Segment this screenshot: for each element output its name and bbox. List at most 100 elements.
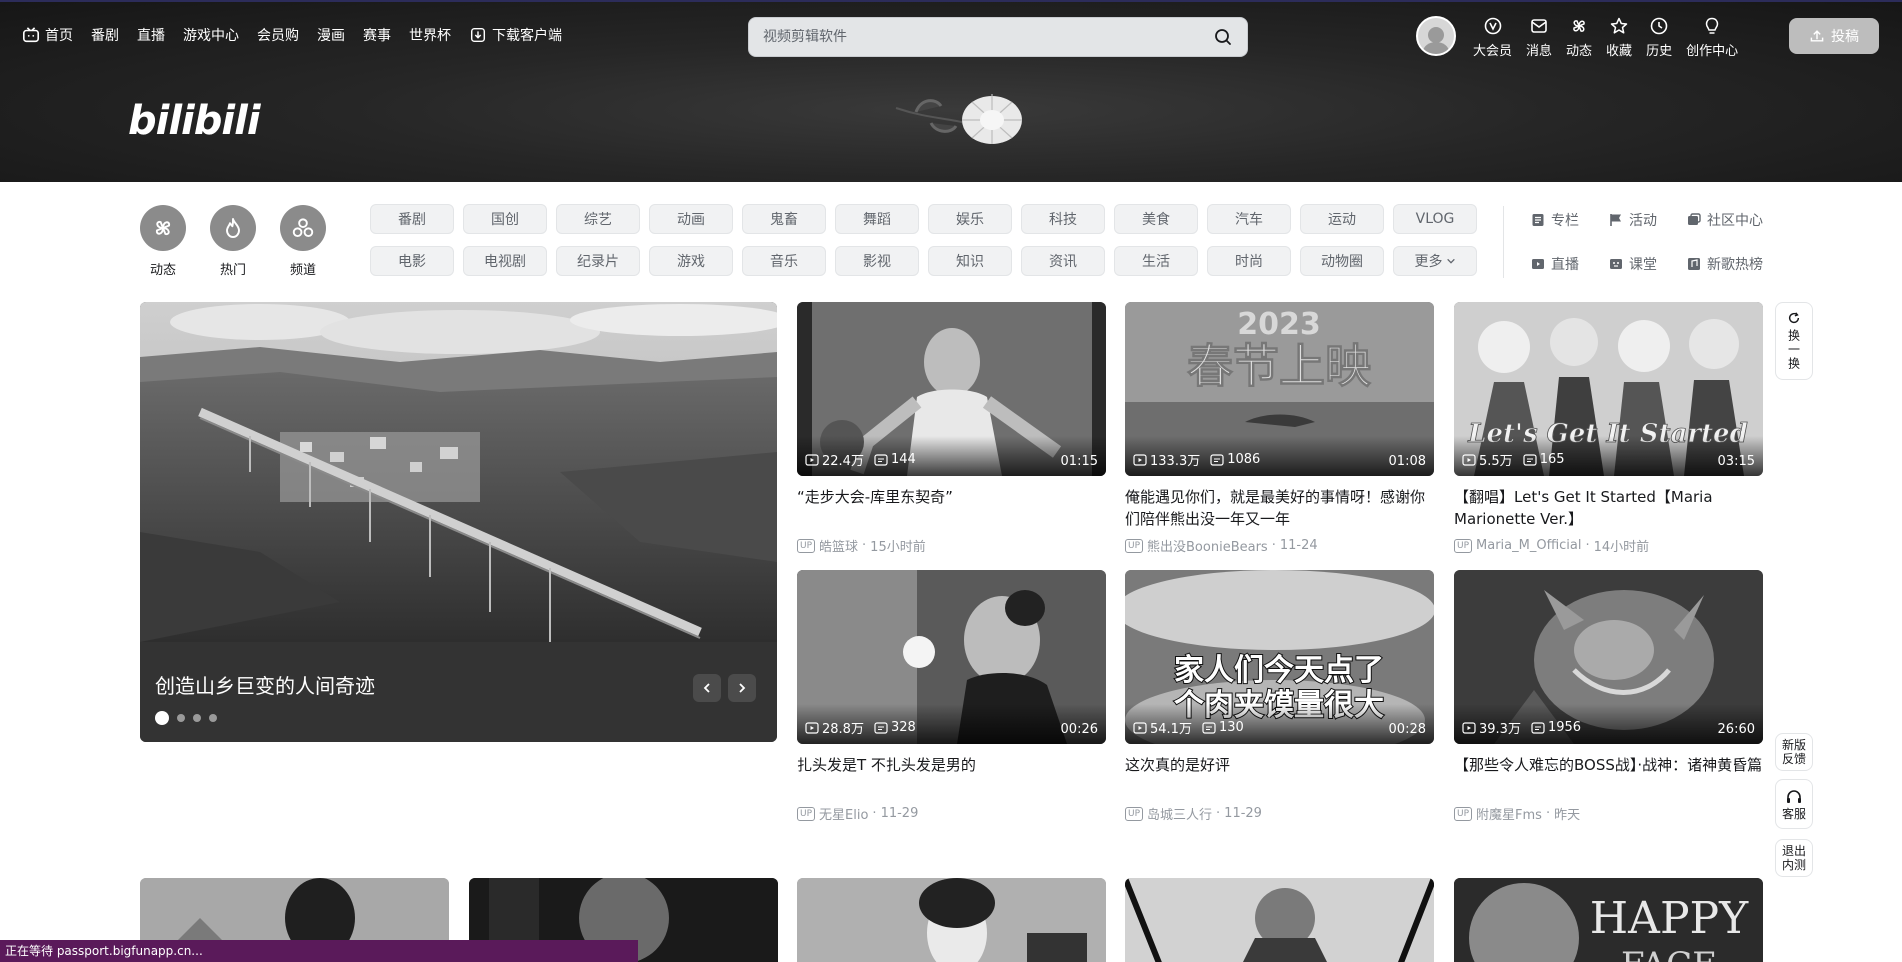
header-banner: 首页 番剧 直播 游戏中心 会员购 漫画 赛事 世界杯 下载客户端 大会员 消息… <box>0 0 1902 182</box>
tag-knowledge[interactable]: 知识 <box>928 246 1012 276</box>
tag-tech[interactable]: 科技 <box>1021 204 1105 234</box>
nav-home[interactable]: 首页 <box>22 25 73 45</box>
nav-live-label: 直播 <box>137 28 165 44</box>
nav-anime[interactable]: 番剧 <box>91 25 119 45</box>
carousel-prev-button[interactable] <box>693 674 721 702</box>
video-thumbnail[interactable]: 家人们今天点了 个肉夹馍量很大 54.1万 130 00:28 <box>1125 570 1434 744</box>
exit-beta-button[interactable]: 退出内测 <box>1775 839 1813 877</box>
tag-kichiku[interactable]: 鬼畜 <box>742 204 826 234</box>
video-meta[interactable]: UP 熊出没BoonieBears · 11-24 <box>1125 536 1434 555</box>
link-course[interactable]: 课堂 <box>1608 254 1686 274</box>
tag-variety[interactable]: 综艺 <box>556 204 640 234</box>
refresh-button[interactable]: 换一换 <box>1775 302 1813 380</box>
video-thumbnail[interactable]: 2023 春节上映 133.3万 1086 01:08 <box>1125 302 1434 476</box>
nav-mall[interactable]: 会员购 <box>257 25 299 45</box>
nav-game-center[interactable]: 游戏中心 <box>183 25 239 45</box>
link-column[interactable]: 专栏 <box>1530 210 1608 230</box>
search-input[interactable] <box>763 29 1213 45</box>
video-title[interactable]: 俺能遇见你们，就是最美好的事情呀！感谢你们陪伴熊出没一年又一年 <box>1125 486 1434 530</box>
video-thumbnail[interactable]: Let's Get It Started 5.5万 165 03:15 <box>1454 302 1763 476</box>
bilibili-logo[interactable]: bilibili <box>128 98 261 144</box>
nav-live[interactable]: 直播 <box>137 25 165 45</box>
link-activity[interactable]: 活动 <box>1608 210 1686 230</box>
video-meta[interactable]: UP 岛城三人行 · 11-29 <box>1125 804 1434 823</box>
video-card[interactable]: Let's Get It Started 5.5万 165 03:15 【翻唱】… <box>1454 302 1763 555</box>
nav-dynamic-label: 动态 <box>1566 44 1593 59</box>
tag-documentary[interactable]: 纪录片 <box>556 246 640 276</box>
tag-movie[interactable]: 电影 <box>370 246 454 276</box>
tag-life[interactable]: 生活 <box>1114 246 1198 276</box>
tag-entertainment[interactable]: 娱乐 <box>928 204 1012 234</box>
nav-world-cup[interactable]: 世界杯 <box>409 25 451 45</box>
customer-service-label: 客服 <box>1781 807 1806 821</box>
video-thumbnail[interactable]: HAPPY FACE <box>1454 878 1763 962</box>
tag-animals[interactable]: 动物圈 <box>1300 246 1384 276</box>
nav-manga[interactable]: 漫画 <box>317 25 345 45</box>
video-meta[interactable]: UP 无星Elio · 11-29 <box>797 804 1106 823</box>
tag-vlog[interactable]: VLOG <box>1393 204 1477 234</box>
video-duration: 00:28 <box>1388 722 1426 737</box>
tag-tv-series[interactable]: 电视剧 <box>463 246 547 276</box>
nav-match[interactable]: 赛事 <box>363 25 391 45</box>
link-new-songs[interactable]: 新歌热榜 <box>1686 254 1780 274</box>
carousel-next-button[interactable] <box>728 674 756 702</box>
video-thumbnail[interactable]: 22.4万 144 01:15 <box>797 302 1106 476</box>
video-card[interactable]: 39.3万 1956 26:60 【那些令人难忘的BOSS战】·战神：诸神黄昏篇… <box>1454 570 1763 823</box>
nav-messages[interactable]: 消息 <box>1526 16 1552 59</box>
tag-dance[interactable]: 舞蹈 <box>835 204 919 234</box>
carousel-dot[interactable] <box>193 714 201 722</box>
tag-game[interactable]: 游戏 <box>649 246 733 276</box>
customer-service-button[interactable]: 客服 <box>1775 779 1813 829</box>
channel-channels[interactable]: 频道 <box>279 205 327 278</box>
tag-film[interactable]: 影视 <box>835 246 919 276</box>
nav-vip[interactable]: 大会员 <box>1473 16 1512 59</box>
video-card[interactable]: 22.4万 144 01:15 “走步大会-库里东契奇” UP 皓篮球 · 15… <box>797 302 1106 555</box>
tag-music[interactable]: 音乐 <box>742 246 826 276</box>
tag-news[interactable]: 资讯 <box>1021 246 1105 276</box>
nav-dynamic[interactable]: 动态 <box>1566 16 1592 59</box>
tag-car[interactable]: 汽车 <box>1207 204 1291 234</box>
video-title[interactable]: 这次真的是好评 <box>1125 754 1434 798</box>
feedback-button[interactable]: 新版反馈 <box>1775 733 1813 771</box>
link-community[interactable]: 社区中心 <box>1686 210 1780 230</box>
avatar[interactable] <box>1416 16 1456 56</box>
search-icon[interactable] <box>1213 27 1233 47</box>
video-thumbnail[interactable]: 39.3万 1956 26:60 <box>1454 570 1763 744</box>
video-title[interactable]: 【那些令人难忘的BOSS战】·战神：诸神黄昏篇 <box>1454 754 1763 798</box>
nav-favorites[interactable]: 收藏 <box>1606 16 1632 59</box>
nav-download-client[interactable]: 下载客户端 <box>469 25 562 45</box>
video-title[interactable]: “走步大会-库里东契奇” <box>797 486 1106 530</box>
video-meta[interactable]: UP Maria_M_Official · 14小时前 <box>1454 536 1763 555</box>
tag-fashion[interactable]: 时尚 <box>1207 246 1291 276</box>
link-live[interactable]: 直播 <box>1530 254 1608 274</box>
tag-guochuang[interactable]: 国创 <box>463 204 547 234</box>
nav-creator-center[interactable]: 创作中心 <box>1686 16 1738 59</box>
tag-more[interactable]: 更多 <box>1393 246 1477 276</box>
carousel-dot[interactable] <box>209 714 217 722</box>
carousel-dot[interactable] <box>177 714 185 722</box>
tag-food[interactable]: 美食 <box>1114 204 1198 234</box>
tag-animation[interactable]: 动画 <box>649 204 733 234</box>
tag-bangumi[interactable]: 番剧 <box>370 204 454 234</box>
upload-button[interactable]: 投稿 <box>1789 18 1879 54</box>
video-thumbnail[interactable] <box>1125 878 1434 962</box>
carousel-dot[interactable] <box>155 711 169 725</box>
nav-history[interactable]: 历史 <box>1646 16 1672 59</box>
video-thumbnail[interactable] <box>797 878 1106 962</box>
carousel-title[interactable]: 创造山乡巨变的人间奇迹 <box>155 670 375 699</box>
video-title[interactable]: 扎头发是T 不扎头发是男的 <box>797 754 1106 798</box>
channel-dynamic[interactable]: 动态 <box>139 205 187 278</box>
hero-carousel[interactable]: 创造山乡巨变的人间奇迹 <box>140 302 777 742</box>
video-meta[interactable]: UP 皓篮球 · 15小时前 <box>797 536 1106 555</box>
carousel-image[interactable] <box>140 302 777 642</box>
nav-anime-label: 番剧 <box>91 28 119 44</box>
video-thumbnail[interactable]: 28.8万 328 00:26 <box>797 570 1106 744</box>
video-card[interactable]: 2023 春节上映 133.3万 1086 01:08 俺能遇见你们，就是最美好… <box>1125 302 1434 555</box>
video-card[interactable]: 家人们今天点了 个肉夹馍量很大 54.1万 130 00:28 这次真的是好评 … <box>1125 570 1434 823</box>
channel-hot[interactable]: 热门 <box>209 205 257 278</box>
video-title[interactable]: 【翻唱】Let's Get It Started【Maria Marionett… <box>1454 486 1763 530</box>
video-meta[interactable]: UP 附魔星Fms · 昨天 <box>1454 804 1763 823</box>
video-card[interactable]: 28.8万 328 00:26 扎头发是T 不扎头发是男的 UP 无星Elio … <box>797 570 1106 823</box>
chrysanthemum-icon <box>895 94 1022 144</box>
tag-sports[interactable]: 运动 <box>1300 204 1384 234</box>
